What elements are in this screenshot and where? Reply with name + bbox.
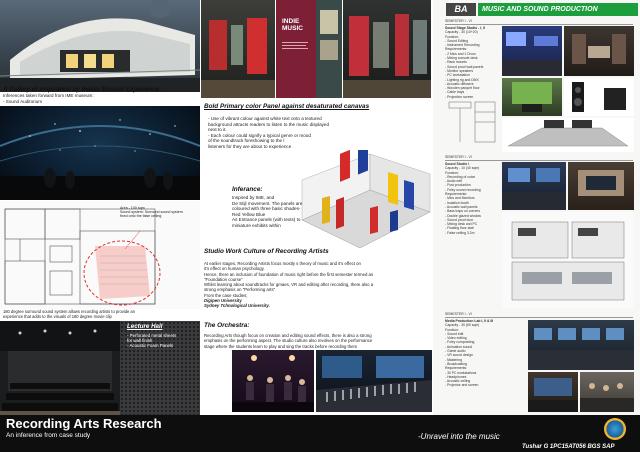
sound-stage-section-drawing [445,98,499,148]
green-screen-photo [502,78,562,116]
colored-panels-render [300,150,432,252]
dome-illustration [0,119,200,200]
media-lab-photo [528,320,634,370]
plan-caption-line: experience that adds to the visuals of 1… [3,314,112,319]
panels-axonometric [301,150,431,249]
studio-plan-illustration [511,221,625,301]
bold-panel-text: - Use of vibrant colour against white te… [208,116,329,150]
inference-text: Inspired by IME, and De Stijl movement. … [232,195,302,229]
room-spec-block: Media Production Lab I, II & III Capacit… [445,319,525,388]
bold-panel-line: listeners for they are about to experien… [208,143,292,149]
orchestra-performance-photo [232,350,314,412]
inference-line: miniature exhibits within [232,222,281,228]
board-subtitle: An inference from case study [6,432,91,439]
room-spec-block: Sound Stage Studio - I, II Capacity - 30… [445,26,499,99]
lecture-hall-illustration [0,321,120,417]
lecture-hall-heading: Lecture Hall [127,323,163,330]
recording-booth-photo [568,162,634,210]
green-screen-illustration [512,82,552,112]
sound-studio-illustration [502,168,566,210]
semester-label: SEMESTER I - VI [445,155,472,159]
media-lab-desk-photo [528,372,578,412]
mixing-desk-render [502,118,634,152]
semester-label: SEMESTER I - VI [445,312,472,316]
board-tagline: -Unravel into the music [418,432,500,441]
inference-heading: Inferance: [232,186,263,193]
lecture-hall-text: - Perforated metal sheets for wall finis… [127,333,176,349]
institute-logo [604,418,626,440]
corridor-illustration-2 [343,14,431,98]
lecture-hall-photo [0,321,120,417]
sound-studio-plan-render [502,212,634,308]
plan-caption: 180 degree surround sound system allows … [3,309,201,319]
board-title: Recording Arts Research [6,416,162,431]
corridor-illustration-1 [201,18,275,98]
gallery-line: - Sound Auditorium [3,98,43,104]
indie-music-label: INDIE MUSIC [282,18,303,32]
room-spec-block: Sound Studio I Capacity - 10 (40 sqm) Fu… [445,162,499,235]
orchestra-line: emphasis on the performing aspect. The s… [204,338,373,344]
exhibit-corridor-photo-2 [343,0,431,98]
bold-panel-heading: Bold Primary color Panel against desatur… [204,103,370,110]
program-tag: BA [446,3,476,16]
semester-label: SEMESTER I - VI [445,19,472,23]
sound-stage-photo [502,26,562,76]
lecture-hall-line: - Acoustic Foam Panels [127,343,174,349]
indie-music-panel-photo: INDIE MUSIC [276,0,342,98]
auditorium-building-photo [0,0,200,92]
board-author: Tushar G 1PC15AT056 BGS SAP [522,444,615,450]
gallery-text: Inferences taken forward from IME museum… [3,93,94,104]
media-lab-class-photo [580,372,634,412]
orchestra-illustration [232,355,314,412]
sound-stage-illustration [502,32,562,76]
dome-auditorium-photo [0,106,200,200]
speaker-illustration [572,82,626,112]
media-lab-illustration [528,328,634,370]
mixing-console-photo [316,350,432,412]
program-title-bar: MUSIC AND SOUND PRODUCTION [478,3,638,16]
semester-divider [445,24,633,25]
studio-text: At earlier stages, Recording Artists foc… [204,261,373,309]
room-spec-line: - Projector and screen [445,383,479,388]
studio-school: Sydney Tchnological University. [204,303,270,309]
speaker-render [564,78,634,116]
studio-room-photo [564,26,634,76]
building-illustration [0,0,200,92]
semester-divider [445,160,633,161]
semester-divider [445,317,633,318]
orchestra-line: stage where the students learn to play a… [204,343,358,349]
plan-note-line: fixed onto the false ceiling [120,214,162,219]
section-drawing [448,101,496,143]
orchestra-heading: The Orchestra: [204,322,250,329]
media-desk-illustration [528,378,578,412]
room-spec-line: - False ceiling 3.2m [445,230,475,235]
mixing-desk-illustration [507,120,629,147]
studio-heading: Studio Work Culture of Recording Artists [204,248,329,255]
sound-studio-photo [502,162,566,210]
exhibit-corridor-photo-1 [201,0,275,98]
indie-panel-illustration [276,0,342,98]
gallery-heading: A Gallery of inspiration by Indian Music… [3,86,161,93]
gallery-line: Inferences taken forward from IME museum… [3,93,94,98]
inference-line: coloured with three basic shades- [232,206,301,212]
console-illustration [316,356,432,412]
recording-booth-illustration [578,170,624,196]
plan-area-note: Area - 100 sqm Sound system: Surround so… [120,206,200,219]
studio-room-illustration [572,34,626,64]
bold-panel-line: - Use of vibrant colour against white te… [208,116,322,121]
media-class-illustration [580,383,634,412]
orchestra-text: Recording Arts though focus on creation … [204,333,372,349]
